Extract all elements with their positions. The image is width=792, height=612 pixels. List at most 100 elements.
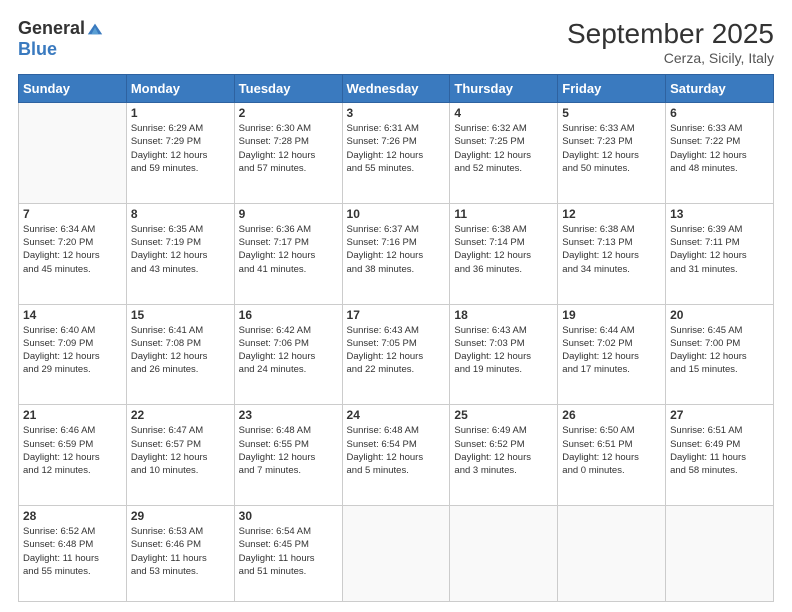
day-number: 21 bbox=[23, 408, 122, 422]
day-number: 13 bbox=[670, 207, 769, 221]
day-info: Sunrise: 6:36 AM Sunset: 7:17 PM Dayligh… bbox=[239, 223, 338, 276]
header-sunday: Sunday bbox=[19, 75, 127, 103]
main-title: September 2025 bbox=[567, 18, 774, 50]
day-info: Sunrise: 6:42 AM Sunset: 7:06 PM Dayligh… bbox=[239, 324, 338, 377]
day-info: Sunrise: 6:40 AM Sunset: 7:09 PM Dayligh… bbox=[23, 324, 122, 377]
day-info: Sunrise: 6:44 AM Sunset: 7:02 PM Dayligh… bbox=[562, 324, 661, 377]
calendar-week-1: 1 Sunrise: 6:29 AM Sunset: 7:29 PM Daylig… bbox=[19, 103, 774, 204]
day-number: 26 bbox=[562, 408, 661, 422]
table-row bbox=[19, 103, 127, 204]
day-number: 30 bbox=[239, 509, 338, 523]
calendar-week-5: 28 Sunrise: 6:52 AM Sunset: 6:48 PM Dayli… bbox=[19, 506, 774, 602]
table-row: 10Sunrise: 6:37 AM Sunset: 7:16 PM Dayli… bbox=[342, 203, 450, 304]
calendar: Sunday Monday Tuesday Wednesday Thursday… bbox=[18, 74, 774, 602]
day-number: 8 bbox=[131, 207, 230, 221]
table-row: 4 Sunrise: 6:32 AM Sunset: 7:25 PM Daylig… bbox=[450, 103, 558, 204]
table-row: 16 Sunrise: 6:42 AM Sunset: 7:06 PM Dayli… bbox=[234, 304, 342, 405]
table-row: 20 Sunrise: 6:45 AM Sunset: 7:00 PM Dayli… bbox=[666, 304, 774, 405]
day-info: Sunrise: 6:48 AM Sunset: 6:55 PM Dayligh… bbox=[239, 424, 338, 477]
day-info: Sunrise: 6:32 AM Sunset: 7:25 PM Dayligh… bbox=[454, 122, 553, 175]
day-number: 22 bbox=[131, 408, 230, 422]
calendar-week-4: 21 Sunrise: 6:46 AM Sunset: 6:59 PM Dayli… bbox=[19, 405, 774, 506]
day-number: 25 bbox=[454, 408, 553, 422]
day-info: Sunrise: 6:33 AM Sunset: 7:23 PM Dayligh… bbox=[562, 122, 661, 175]
table-row: 1 Sunrise: 6:29 AM Sunset: 7:29 PM Daylig… bbox=[126, 103, 234, 204]
subtitle: Cerza, Sicily, Italy bbox=[567, 50, 774, 66]
day-info: Sunrise: 6:52 AM Sunset: 6:48 PM Dayligh… bbox=[23, 525, 122, 578]
table-row: 5 Sunrise: 6:33 AM Sunset: 7:23 PM Daylig… bbox=[558, 103, 666, 204]
day-info: Sunrise: 6:46 AM Sunset: 6:59 PM Dayligh… bbox=[23, 424, 122, 477]
table-row: 23 Sunrise: 6:48 AM Sunset: 6:55 PM Dayli… bbox=[234, 405, 342, 506]
day-info: Sunrise: 6:38 AM Sunset: 7:14 PM Dayligh… bbox=[454, 223, 553, 276]
calendar-week-3: 14 Sunrise: 6:40 AM Sunset: 7:09 PM Dayli… bbox=[19, 304, 774, 405]
day-number: 24 bbox=[347, 408, 446, 422]
day-info: Sunrise: 6:34 AM Sunset: 7:20 PM Dayligh… bbox=[23, 223, 122, 276]
day-number: 14 bbox=[23, 308, 122, 322]
header: General Blue September 2025 Cerza, Sicil… bbox=[18, 18, 774, 66]
day-number: 17 bbox=[347, 308, 446, 322]
header-row: Sunday Monday Tuesday Wednesday Thursday… bbox=[19, 75, 774, 103]
day-number: 12 bbox=[562, 207, 661, 221]
table-row: 3 Sunrise: 6:31 AM Sunset: 7:26 PM Daylig… bbox=[342, 103, 450, 204]
day-number: 16 bbox=[239, 308, 338, 322]
day-number: 4 bbox=[454, 106, 553, 120]
day-info: Sunrise: 6:49 AM Sunset: 6:52 PM Dayligh… bbox=[454, 424, 553, 477]
day-number: 2 bbox=[239, 106, 338, 120]
day-info: Sunrise: 6:45 AM Sunset: 7:00 PM Dayligh… bbox=[670, 324, 769, 377]
day-number: 10 bbox=[347, 207, 446, 221]
table-row: 19Sunrise: 6:44 AM Sunset: 7:02 PM Dayli… bbox=[558, 304, 666, 405]
header-saturday: Saturday bbox=[666, 75, 774, 103]
day-number: 27 bbox=[670, 408, 769, 422]
page: General Blue September 2025 Cerza, Sicil… bbox=[0, 0, 792, 612]
day-number: 6 bbox=[670, 106, 769, 120]
table-row: 28 Sunrise: 6:52 AM Sunset: 6:48 PM Dayli… bbox=[19, 506, 127, 602]
table-row: 2 Sunrise: 6:30 AM Sunset: 7:28 PM Daylig… bbox=[234, 103, 342, 204]
day-info: Sunrise: 6:38 AM Sunset: 7:13 PM Dayligh… bbox=[562, 223, 661, 276]
table-row: 13Sunrise: 6:39 AM Sunset: 7:11 PM Dayli… bbox=[666, 203, 774, 304]
day-number: 29 bbox=[131, 509, 230, 523]
day-info: Sunrise: 6:54 AM Sunset: 6:45 PM Dayligh… bbox=[239, 525, 338, 578]
day-info: Sunrise: 6:50 AM Sunset: 6:51 PM Dayligh… bbox=[562, 424, 661, 477]
table-row bbox=[342, 506, 450, 602]
table-row: 21 Sunrise: 6:46 AM Sunset: 6:59 PM Dayli… bbox=[19, 405, 127, 506]
table-row: 29Sunrise: 6:53 AM Sunset: 6:46 PM Dayli… bbox=[126, 506, 234, 602]
day-number: 5 bbox=[562, 106, 661, 120]
calendar-week-2: 7 Sunrise: 6:34 AM Sunset: 7:20 PM Daylig… bbox=[19, 203, 774, 304]
day-number: 15 bbox=[131, 308, 230, 322]
table-row: 14 Sunrise: 6:40 AM Sunset: 7:09 PM Dayli… bbox=[19, 304, 127, 405]
table-row: 25 Sunrise: 6:49 AM Sunset: 6:52 PM Dayli… bbox=[450, 405, 558, 506]
day-number: 7 bbox=[23, 207, 122, 221]
day-info: Sunrise: 6:31 AM Sunset: 7:26 PM Dayligh… bbox=[347, 122, 446, 175]
day-number: 20 bbox=[670, 308, 769, 322]
day-number: 18 bbox=[454, 308, 553, 322]
header-wednesday: Wednesday bbox=[342, 75, 450, 103]
day-info: Sunrise: 6:29 AM Sunset: 7:29 PM Dayligh… bbox=[131, 122, 230, 175]
header-tuesday: Tuesday bbox=[234, 75, 342, 103]
day-info: Sunrise: 6:35 AM Sunset: 7:19 PM Dayligh… bbox=[131, 223, 230, 276]
table-row: 8 Sunrise: 6:35 AM Sunset: 7:19 PM Daylig… bbox=[126, 203, 234, 304]
table-row bbox=[666, 506, 774, 602]
day-number: 1 bbox=[131, 106, 230, 120]
day-info: Sunrise: 6:43 AM Sunset: 7:05 PM Dayligh… bbox=[347, 324, 446, 377]
logo-general-text: General bbox=[18, 18, 85, 39]
day-info: Sunrise: 6:41 AM Sunset: 7:08 PM Dayligh… bbox=[131, 324, 230, 377]
table-row: 22 Sunrise: 6:47 AM Sunset: 6:57 PM Dayli… bbox=[126, 405, 234, 506]
table-row: 6Sunrise: 6:33 AM Sunset: 7:22 PM Daylig… bbox=[666, 103, 774, 204]
header-thursday: Thursday bbox=[450, 75, 558, 103]
table-row: 26 Sunrise: 6:50 AM Sunset: 6:51 PM Dayli… bbox=[558, 405, 666, 506]
day-info: Sunrise: 6:48 AM Sunset: 6:54 PM Dayligh… bbox=[347, 424, 446, 477]
table-row: 17 Sunrise: 6:43 AM Sunset: 7:05 PM Dayli… bbox=[342, 304, 450, 405]
table-row: 30 Sunrise: 6:54 AM Sunset: 6:45 PM Dayli… bbox=[234, 506, 342, 602]
header-friday: Friday bbox=[558, 75, 666, 103]
day-info: Sunrise: 6:30 AM Sunset: 7:28 PM Dayligh… bbox=[239, 122, 338, 175]
table-row: 9Sunrise: 6:36 AM Sunset: 7:17 PM Daylig… bbox=[234, 203, 342, 304]
day-info: Sunrise: 6:47 AM Sunset: 6:57 PM Dayligh… bbox=[131, 424, 230, 477]
logo-icon bbox=[86, 20, 104, 38]
day-info: Sunrise: 6:43 AM Sunset: 7:03 PM Dayligh… bbox=[454, 324, 553, 377]
day-number: 3 bbox=[347, 106, 446, 120]
day-number: 23 bbox=[239, 408, 338, 422]
table-row: 12 Sunrise: 6:38 AM Sunset: 7:13 PM Dayli… bbox=[558, 203, 666, 304]
day-number: 28 bbox=[23, 509, 122, 523]
table-row: 7 Sunrise: 6:34 AM Sunset: 7:20 PM Daylig… bbox=[19, 203, 127, 304]
table-row: 24 Sunrise: 6:48 AM Sunset: 6:54 PM Dayli… bbox=[342, 405, 450, 506]
